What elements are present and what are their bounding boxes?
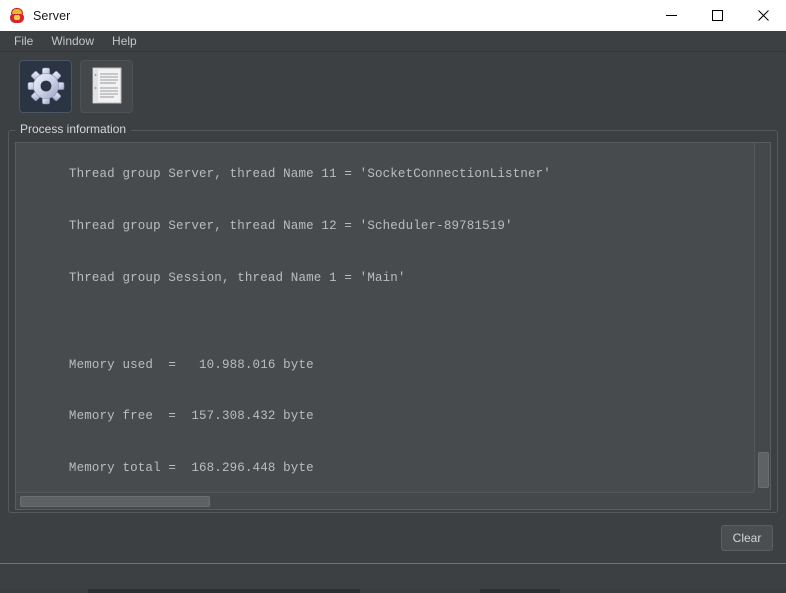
console-line: Thread group Server, thread Name 11 = 'S… [68, 167, 551, 182]
vertical-scrollbar-thumb[interactable] [758, 452, 769, 488]
horizontal-scrollbar[interactable] [16, 492, 770, 509]
gear-icon [27, 67, 64, 105]
desktop-edge-strip [0, 589, 786, 593]
scrollbar-corner [754, 492, 770, 509]
console-line: Thread group Session, thread Name 1 = 'M… [68, 271, 406, 286]
toolbar [0, 53, 786, 119]
menu-item-help[interactable]: Help [104, 32, 145, 50]
menu-item-file[interactable]: File [6, 32, 41, 50]
window-controls [648, 0, 786, 31]
minimize-button[interactable] [648, 0, 694, 31]
menu-bar: File Window Help [0, 31, 786, 52]
console-output: Thread group Server, thread Name 11 = 'S… [16, 143, 754, 493]
process-information-textarea[interactable]: Thread group Server, thread Name 11 = 'S… [15, 142, 771, 510]
toolbar-settings-button[interactable] [19, 59, 72, 113]
console-line: Thread group Server, thread Name 12 = 'S… [68, 219, 513, 234]
vertical-scrollbar[interactable] [754, 143, 770, 494]
maximize-button[interactable] [694, 0, 740, 31]
console-line: Memory total = 168.296.448 byte [68, 461, 314, 476]
window-title: Server [33, 8, 71, 23]
close-button[interactable] [740, 0, 786, 31]
horizontal-scrollbar-thumb[interactable] [20, 496, 210, 507]
java-duke-icon [9, 7, 25, 24]
server-application-window: Server File Window Help Process informat… [0, 0, 786, 593]
clear-button[interactable]: Clear [721, 525, 773, 551]
toolbar-log-button[interactable] [80, 59, 133, 113]
console-line: Memory used = 10.988.016 byte [68, 357, 314, 372]
console-line: Memory free = 157.308.432 byte [68, 409, 314, 424]
document-icon [92, 67, 121, 104]
title-bar: Server [0, 0, 786, 31]
group-title: Process information [15, 122, 132, 136]
menu-item-window[interactable]: Window [43, 32, 102, 50]
